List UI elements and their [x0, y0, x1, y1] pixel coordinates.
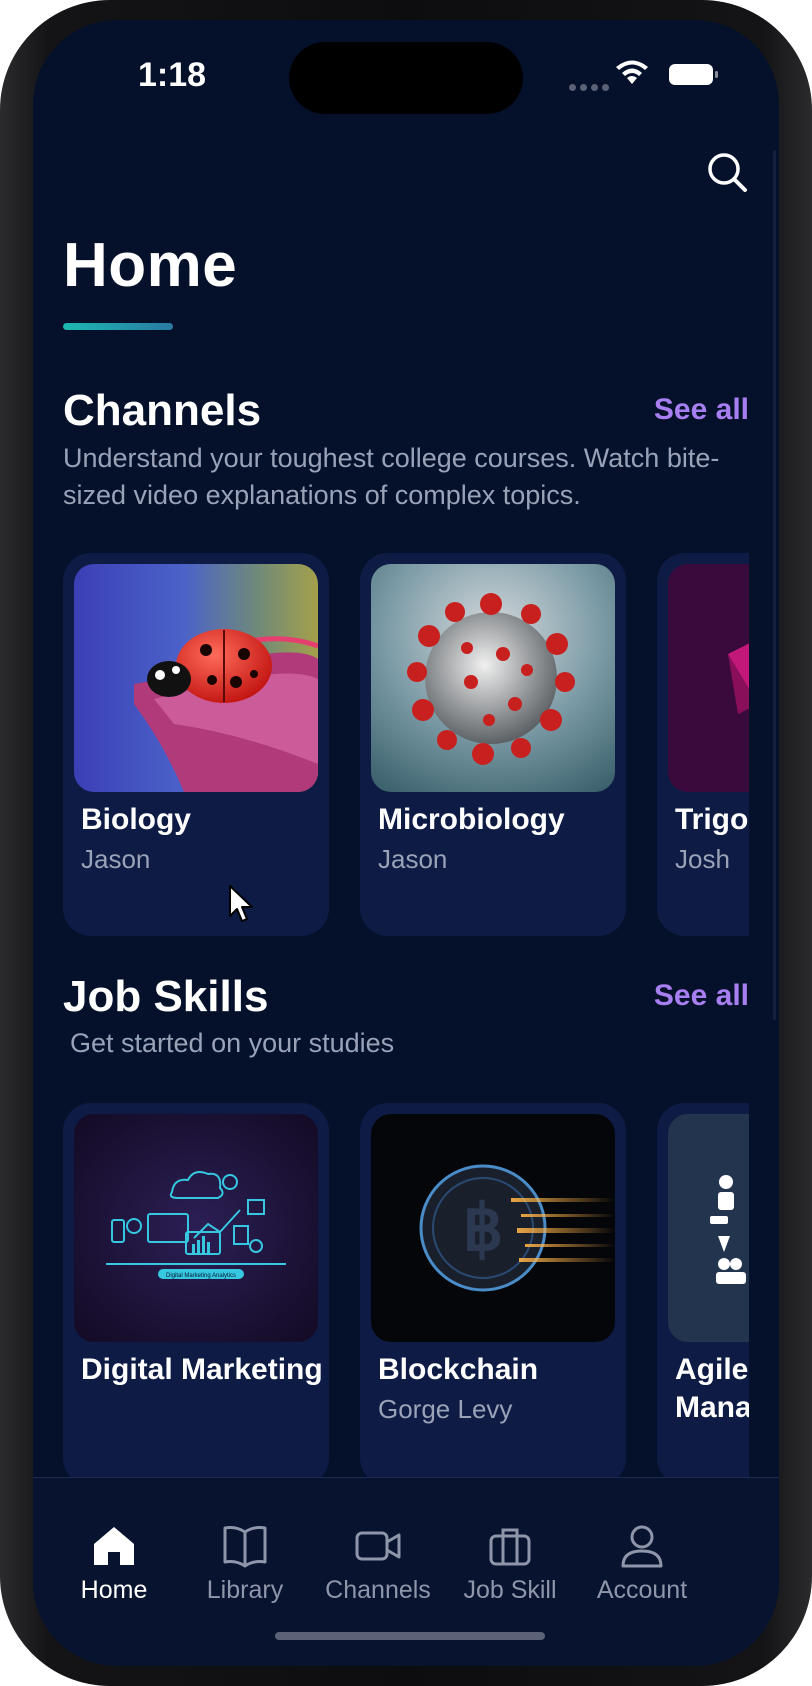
battery-icon [669, 64, 718, 85]
blockchain-thumbnail: ฿ [371, 1114, 615, 1342]
tab-label: Job Skill [463, 1576, 557, 1604]
card-title: Digital Marketing [81, 1353, 323, 1386]
tab-account[interactable]: Account [569, 1524, 715, 1605]
job-skills-description: Get started on your studies [70, 1028, 395, 1058]
card-author: Jason [81, 844, 151, 874]
card-title: Biology [81, 803, 191, 836]
trigonometry-thumbnail [668, 564, 749, 792]
job-skill-card-digital-marketing[interactable]: Digital Marketing Analytics Digital Mark… [63, 1103, 329, 1477]
biology-thumbnail [74, 564, 318, 792]
title-underline [63, 323, 173, 330]
job-skill-card-agile-management[interactable]: Agile Management [657, 1103, 749, 1477]
tab-label: Home [80, 1576, 148, 1604]
scrollbar[interactable] [773, 150, 776, 1020]
card-author: Jason [378, 844, 448, 874]
channels-description: Understand your toughest college courses… [63, 443, 720, 510]
channel-card-biology[interactable]: Biology Jason [63, 553, 329, 936]
mouse-pointer-icon [229, 885, 253, 922]
channels-see-all-link[interactable]: See all [654, 393, 749, 427]
tab-home[interactable]: Home [41, 1524, 187, 1605]
card-author: Gorge Levy [378, 1394, 513, 1424]
job-skill-card-blockchain[interactable]: ฿ Blockchain Gorge Levy [360, 1103, 626, 1477]
status-time: 1:18 [138, 56, 207, 94]
job-skills-carousel[interactable]: Digital Marketing Analytics Digital Mark… [63, 1103, 749, 1477]
tab-label: Library [206, 1576, 284, 1604]
channel-card-microbiology[interactable]: Microbiology Jason [360, 553, 626, 936]
card-title: Agile Management [675, 1353, 749, 1424]
tab-label: Channels [325, 1576, 431, 1604]
signal-dots-icon [569, 78, 613, 96]
tab-label: Account [596, 1576, 688, 1604]
bitcoin-glyph: ฿ [463, 1192, 504, 1264]
briefcase-icon [489, 1528, 531, 1566]
card-title: Microbiology [378, 803, 565, 836]
card-title: Blockchain [378, 1353, 539, 1386]
channels-section-title: Channels [63, 386, 262, 435]
book-icon [223, 1526, 267, 1568]
home-icon [94, 1527, 134, 1565]
search-icon[interactable] [705, 150, 749, 194]
tab-job-skill[interactable]: Job Skill [437, 1524, 583, 1605]
digital-marketing-thumbnail: Digital Marketing Analytics [74, 1114, 318, 1342]
card-title: Trigonometry [675, 803, 749, 836]
microbiology-thumbnail [371, 564, 615, 792]
user-icon [621, 1525, 663, 1568]
agile-management-thumbnail [668, 1114, 749, 1342]
thumbnail-caption: Digital Marketing Analytics [166, 1273, 236, 1279]
job-skills-see-all-link[interactable]: See all [654, 979, 749, 1013]
video-camera-icon [355, 1531, 401, 1561]
channels-carousel[interactable]: Biology Jason Microbiology Jason Trigo J… [63, 553, 749, 936]
dynamic-island [289, 42, 523, 114]
channel-card-trigonometry[interactable]: Trigonometry Josh [657, 553, 749, 936]
home-indicator[interactable] [275, 1632, 545, 1640]
page-title: Home [63, 231, 238, 300]
tab-library[interactable]: Library [172, 1524, 318, 1605]
wifi-icon [616, 60, 648, 84]
phone-frame: 1:18 Home Channels See all Understand yo… [0, 0, 812, 1686]
tab-channels[interactable]: Channels [305, 1524, 451, 1605]
job-skills-section-title: Job Skills [63, 972, 269, 1021]
card-author: Josh [675, 844, 730, 874]
app-screen: 1:18 Home Channels See all Understand yo… [33, 20, 779, 1666]
